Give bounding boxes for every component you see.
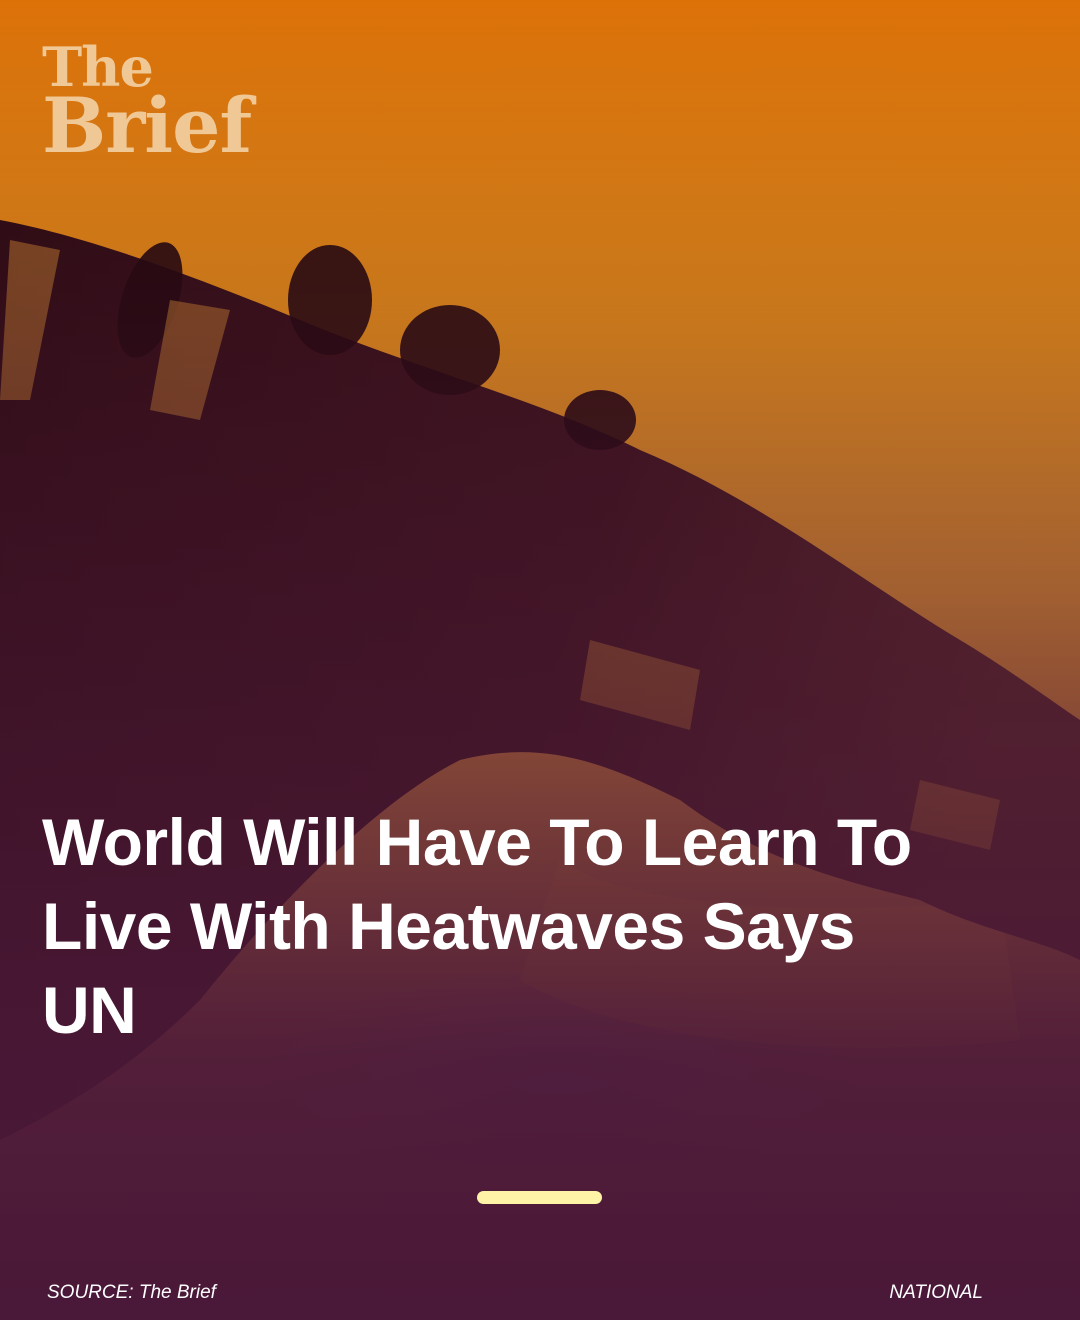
category-label[interactable]: NATIONAL	[889, 1281, 983, 1305]
story-headline[interactable]: World Will Have To Learn To Live With He…	[42, 800, 922, 1052]
hero-image	[0, 0, 1080, 1320]
source-label: SOURCE: The Brief	[47, 1282, 216, 1303]
story-progress-bar	[477, 1191, 602, 1204]
brand-logo[interactable]: The Brief	[42, 40, 252, 170]
logo-line-brief: Brief	[42, 81, 252, 170]
story-card[interactable]: The Brief World Will Have To Learn To Li…	[0, 0, 1080, 1320]
